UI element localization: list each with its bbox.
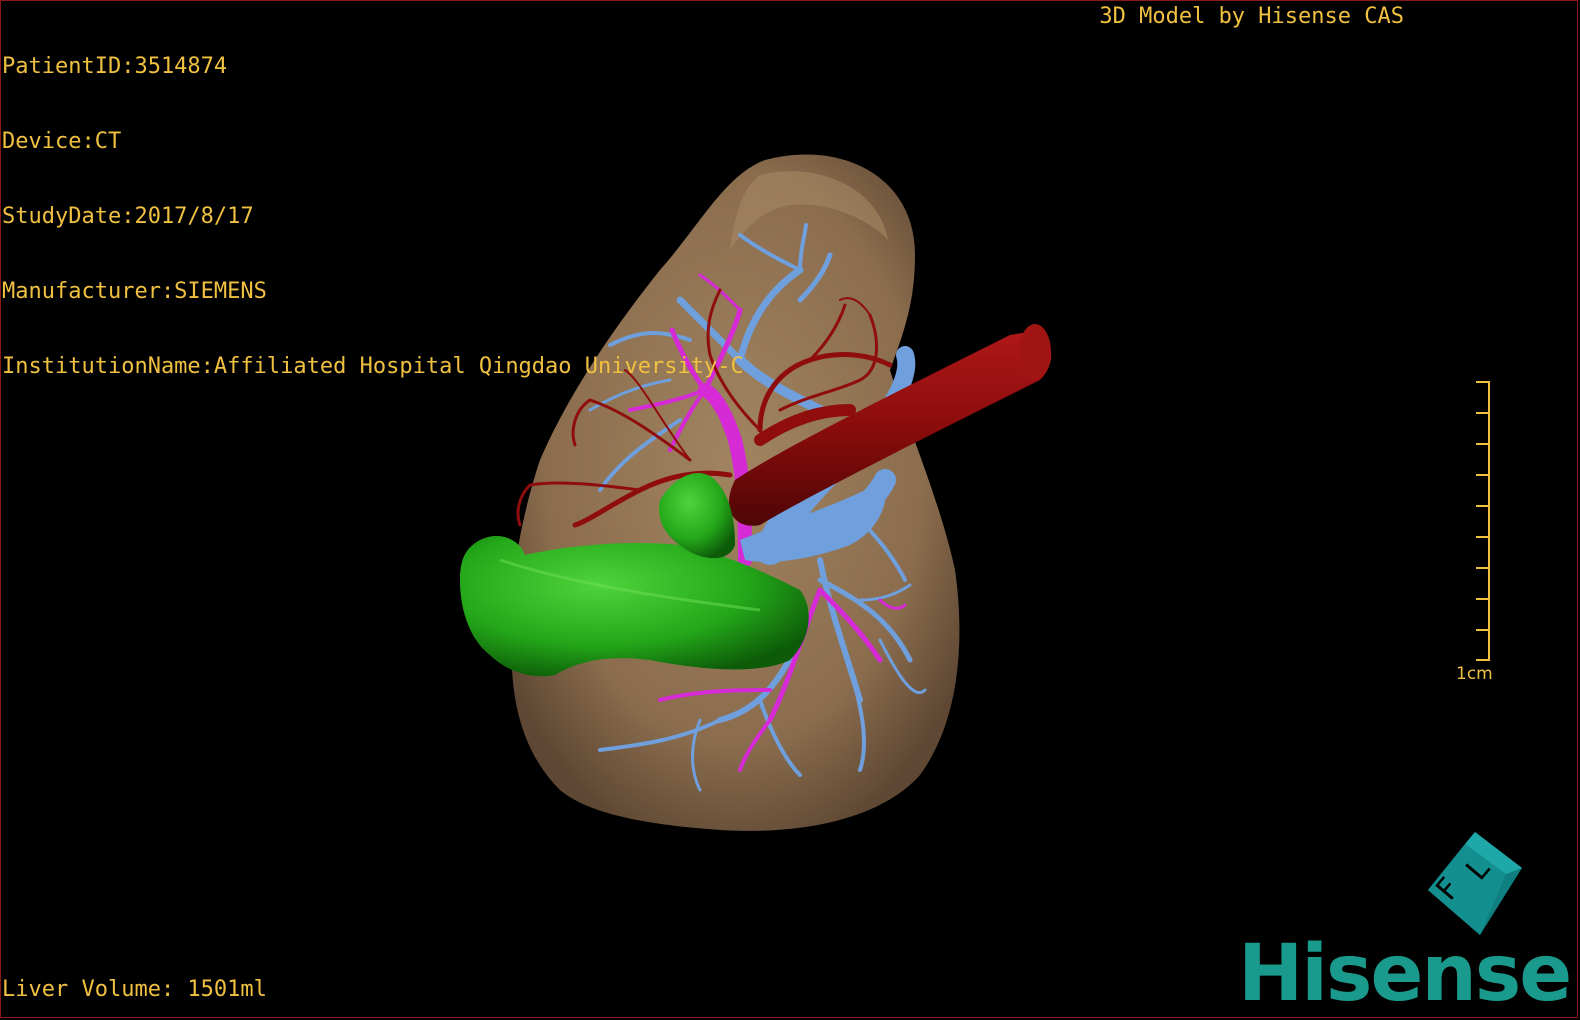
device: Device:CT — [2, 129, 122, 154]
hisense-logo: Hisense — [1238, 929, 1572, 1019]
scale-bar — [1476, 381, 1490, 661]
study-date: StudyDate:2017/8/17 — [2, 204, 254, 229]
patient-id: PatientID:3514874 — [2, 54, 228, 79]
study-info-panel: PatientID:3514874 Device:CT StudyDate:20… — [2, 4, 744, 404]
manufacturer: Manufacturer:SIEMENS — [2, 279, 267, 304]
liver-volume: Liver Volume: 1501ml — [2, 977, 267, 1002]
model-credit: 3D Model by Hisense CAS — [1099, 4, 1404, 29]
institution-name: InstitutionName:Affiliated Hospital Qing… — [2, 354, 744, 379]
scale-bar-label: 1cm — [1456, 664, 1493, 684]
orientation-cube-icon[interactable]: F L — [1420, 830, 1530, 940]
